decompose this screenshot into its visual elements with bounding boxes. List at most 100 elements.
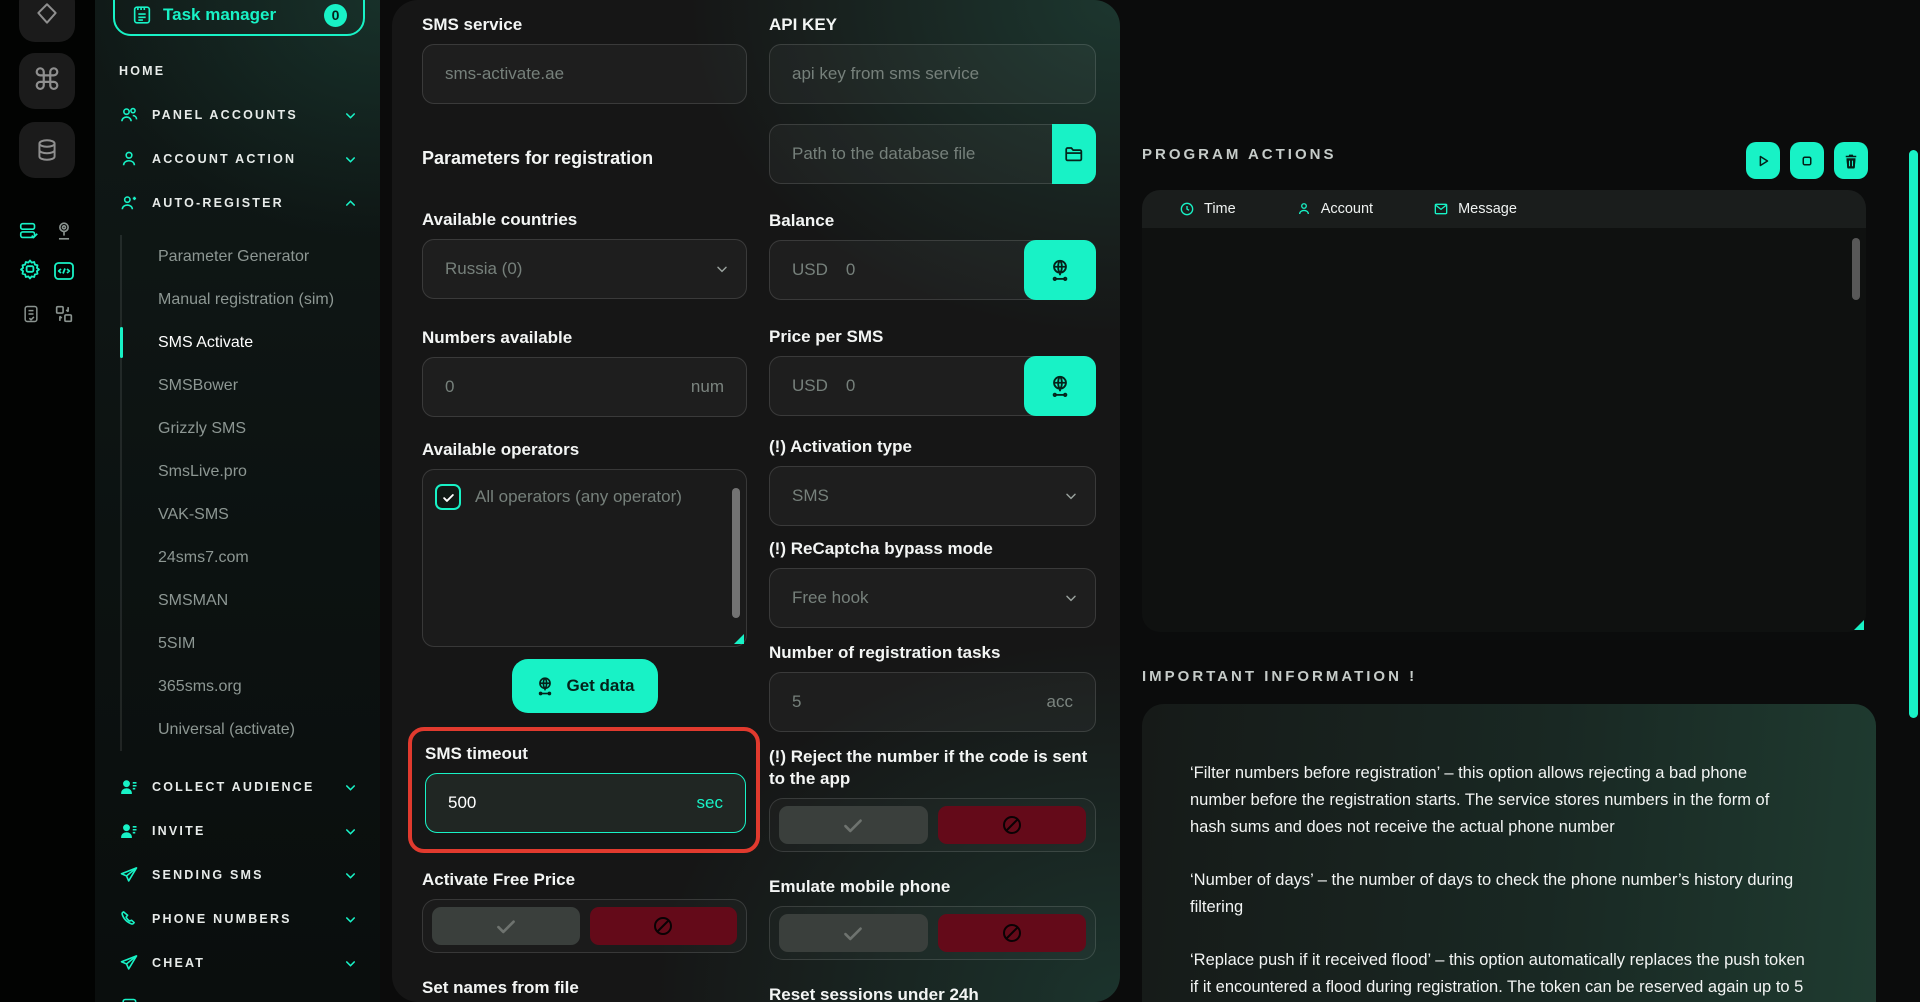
sidebar-item-panel-accounts[interactable]: PANEL ACCOUNTS: [95, 93, 380, 137]
stop-button[interactable]: [1790, 142, 1824, 179]
sms-timeout-annotation-box: SMS timeout 500 sec: [408, 727, 760, 853]
sidebar-item-contact-book[interactable]: CONTACT BOOK: [95, 985, 380, 1002]
submenu-item-smsbower[interactable]: SMSBower: [122, 364, 380, 407]
price-per-sms-label: Price per SMS: [769, 326, 1096, 348]
chevron-down-icon: [343, 824, 358, 839]
app-window: ⌘ Task manager: [0, 0, 1920, 1002]
globe-icon: [534, 675, 556, 697]
get-data-label: Get data: [566, 676, 634, 696]
submenu-item-manual-registration[interactable]: Manual registration (sim): [122, 278, 380, 321]
acc-suffix: acc: [1047, 692, 1073, 712]
resize-grip-icon[interactable]: [734, 634, 744, 644]
person-list-icon: [119, 777, 139, 797]
submenu-item-smsman[interactable]: SMSMAN: [122, 579, 380, 622]
database-rail-button[interactable]: [19, 122, 75, 178]
toggle-yes-button[interactable]: [432, 907, 580, 945]
sidebar-item-label: PANEL ACCOUNTS: [152, 108, 298, 122]
play-icon: [1754, 152, 1772, 170]
sms-timeout-input[interactable]: 500 sec: [425, 773, 746, 833]
fetch-balance-button[interactable]: [1024, 240, 1096, 300]
chevron-down-icon: [343, 956, 358, 971]
all-operators-checkbox[interactable]: [435, 484, 461, 510]
code-window-icon[interactable]: [52, 259, 76, 283]
sms-service-input[interactable]: sms-activate.ae: [422, 44, 747, 104]
submenu-item-grizzly-sms[interactable]: Grizzly SMS: [122, 407, 380, 450]
price-per-sms-input[interactable]: USD 0: [769, 356, 1096, 416]
get-data-button[interactable]: Get data: [512, 659, 658, 713]
window-scrollbar[interactable]: [1909, 150, 1918, 718]
toggle-no-button[interactable]: [590, 907, 738, 945]
sidebar-item-home[interactable]: HOME: [95, 49, 380, 93]
available-operators-list[interactable]: All operators (any operator): [422, 469, 747, 647]
column-message[interactable]: Message: [1433, 201, 1517, 217]
registration-tasks-input[interactable]: 5 acc: [769, 672, 1096, 732]
column-time[interactable]: Time: [1179, 201, 1236, 217]
api-key-input[interactable]: api key from sms service: [769, 44, 1096, 104]
operators-scrollbar[interactable]: [732, 488, 740, 618]
available-operators-label: Available operators: [422, 439, 747, 461]
activation-type-select[interactable]: SMS: [769, 466, 1096, 526]
toggle-yes-button[interactable]: [779, 914, 928, 952]
numbers-available-input[interactable]: 0 num: [422, 357, 747, 417]
command-rail-button[interactable]: ⌘: [19, 53, 75, 109]
document-check-icon[interactable]: [21, 303, 41, 325]
sidebar-item-cheat[interactable]: CHEAT: [95, 941, 380, 985]
browse-folder-button[interactable]: [1052, 124, 1096, 184]
sidebar-item-invite[interactable]: INVITE: [95, 809, 380, 853]
program-actions-panel: PROGRAM ACTIONS Time Account: [1120, 0, 1920, 1002]
activate-free-price-toggle: [422, 899, 747, 953]
program-actions-title: PROGRAM ACTIONS: [1142, 146, 1336, 163]
task-manager-icon: [131, 4, 153, 26]
chevron-down-icon: [343, 780, 358, 795]
sidebar-item-auto-register[interactable]: AUTO-REGISTER: [95, 181, 380, 225]
sms-service-label: SMS service: [422, 14, 747, 36]
submenu-item-parameter-generator[interactable]: Parameter Generator: [122, 235, 380, 278]
sidebar-item-collect-audience[interactable]: COLLECT AUDIENCE: [95, 765, 380, 809]
submenu-item-24sms7[interactable]: 24sms7.com: [122, 536, 380, 579]
resize-grip-icon[interactable]: [1854, 620, 1864, 630]
swap-icon[interactable]: [53, 303, 75, 325]
recaptcha-select[interactable]: Free hook: [769, 568, 1096, 628]
submenu-item-smslive-pro[interactable]: SmsLive.pro: [122, 450, 380, 493]
balance-input[interactable]: USD 0: [769, 240, 1096, 300]
toggle-yes-button[interactable]: [779, 806, 928, 844]
icon-rail: ⌘: [0, 0, 95, 1002]
available-countries-select[interactable]: Russia (0): [422, 239, 747, 299]
person-camera-icon[interactable]: [53, 220, 75, 242]
server-check-icon[interactable]: [18, 220, 40, 242]
column-account[interactable]: Account: [1296, 201, 1373, 217]
play-button[interactable]: [1746, 142, 1780, 179]
block-icon: [651, 914, 675, 938]
submenu-item-365sms[interactable]: 365sms.org: [122, 665, 380, 708]
sidebar-item-phone-numbers[interactable]: PHONE NUMBERS: [95, 897, 380, 941]
important-info-title: IMPORTANT INFORMATION !: [1142, 668, 1417, 685]
activate-free-price-label: Activate Free Price: [422, 869, 747, 891]
db-path-input[interactable]: Path to the database file: [769, 124, 1096, 184]
globe-network-icon: [1047, 373, 1073, 399]
submenu-item-universal[interactable]: Universal (activate): [122, 708, 380, 751]
sidebar-item-sending-sms[interactable]: SENDING SMS: [95, 853, 380, 897]
gem-icon: [34, 1, 60, 27]
person-icon: [119, 149, 139, 169]
chevron-down-icon: [343, 108, 358, 123]
bot-gear-icon[interactable]: [18, 257, 42, 281]
sidebar-item-account-action[interactable]: ACCOUNT ACTION: [95, 137, 380, 181]
delete-button[interactable]: [1834, 142, 1868, 179]
chevron-down-icon: [343, 912, 358, 927]
submenu-item-sms-activate[interactable]: SMS Activate: [122, 321, 380, 364]
contact-book-icon: [119, 997, 139, 1002]
fetch-price-button[interactable]: [1024, 356, 1096, 416]
table-scrollbar[interactable]: [1852, 238, 1860, 300]
sidebar-item-label: ACCOUNT ACTION: [152, 152, 296, 166]
phone-icon: [119, 909, 139, 929]
task-manager-button[interactable]: Task manager 0: [113, 0, 365, 36]
gem-rail-button[interactable]: [19, 0, 75, 42]
all-operators-label: All operators (any operator): [475, 487, 682, 507]
actions-table-body[interactable]: [1142, 228, 1866, 632]
toggle-no-button[interactable]: [938, 806, 1087, 844]
toggle-no-button[interactable]: [938, 914, 1087, 952]
chevron-down-icon: [343, 868, 358, 883]
sidebar-item-label: INVITE: [152, 824, 205, 838]
submenu-item-vak-sms[interactable]: VAK-SMS: [122, 493, 380, 536]
submenu-item-5sim[interactable]: 5SIM: [122, 622, 380, 665]
